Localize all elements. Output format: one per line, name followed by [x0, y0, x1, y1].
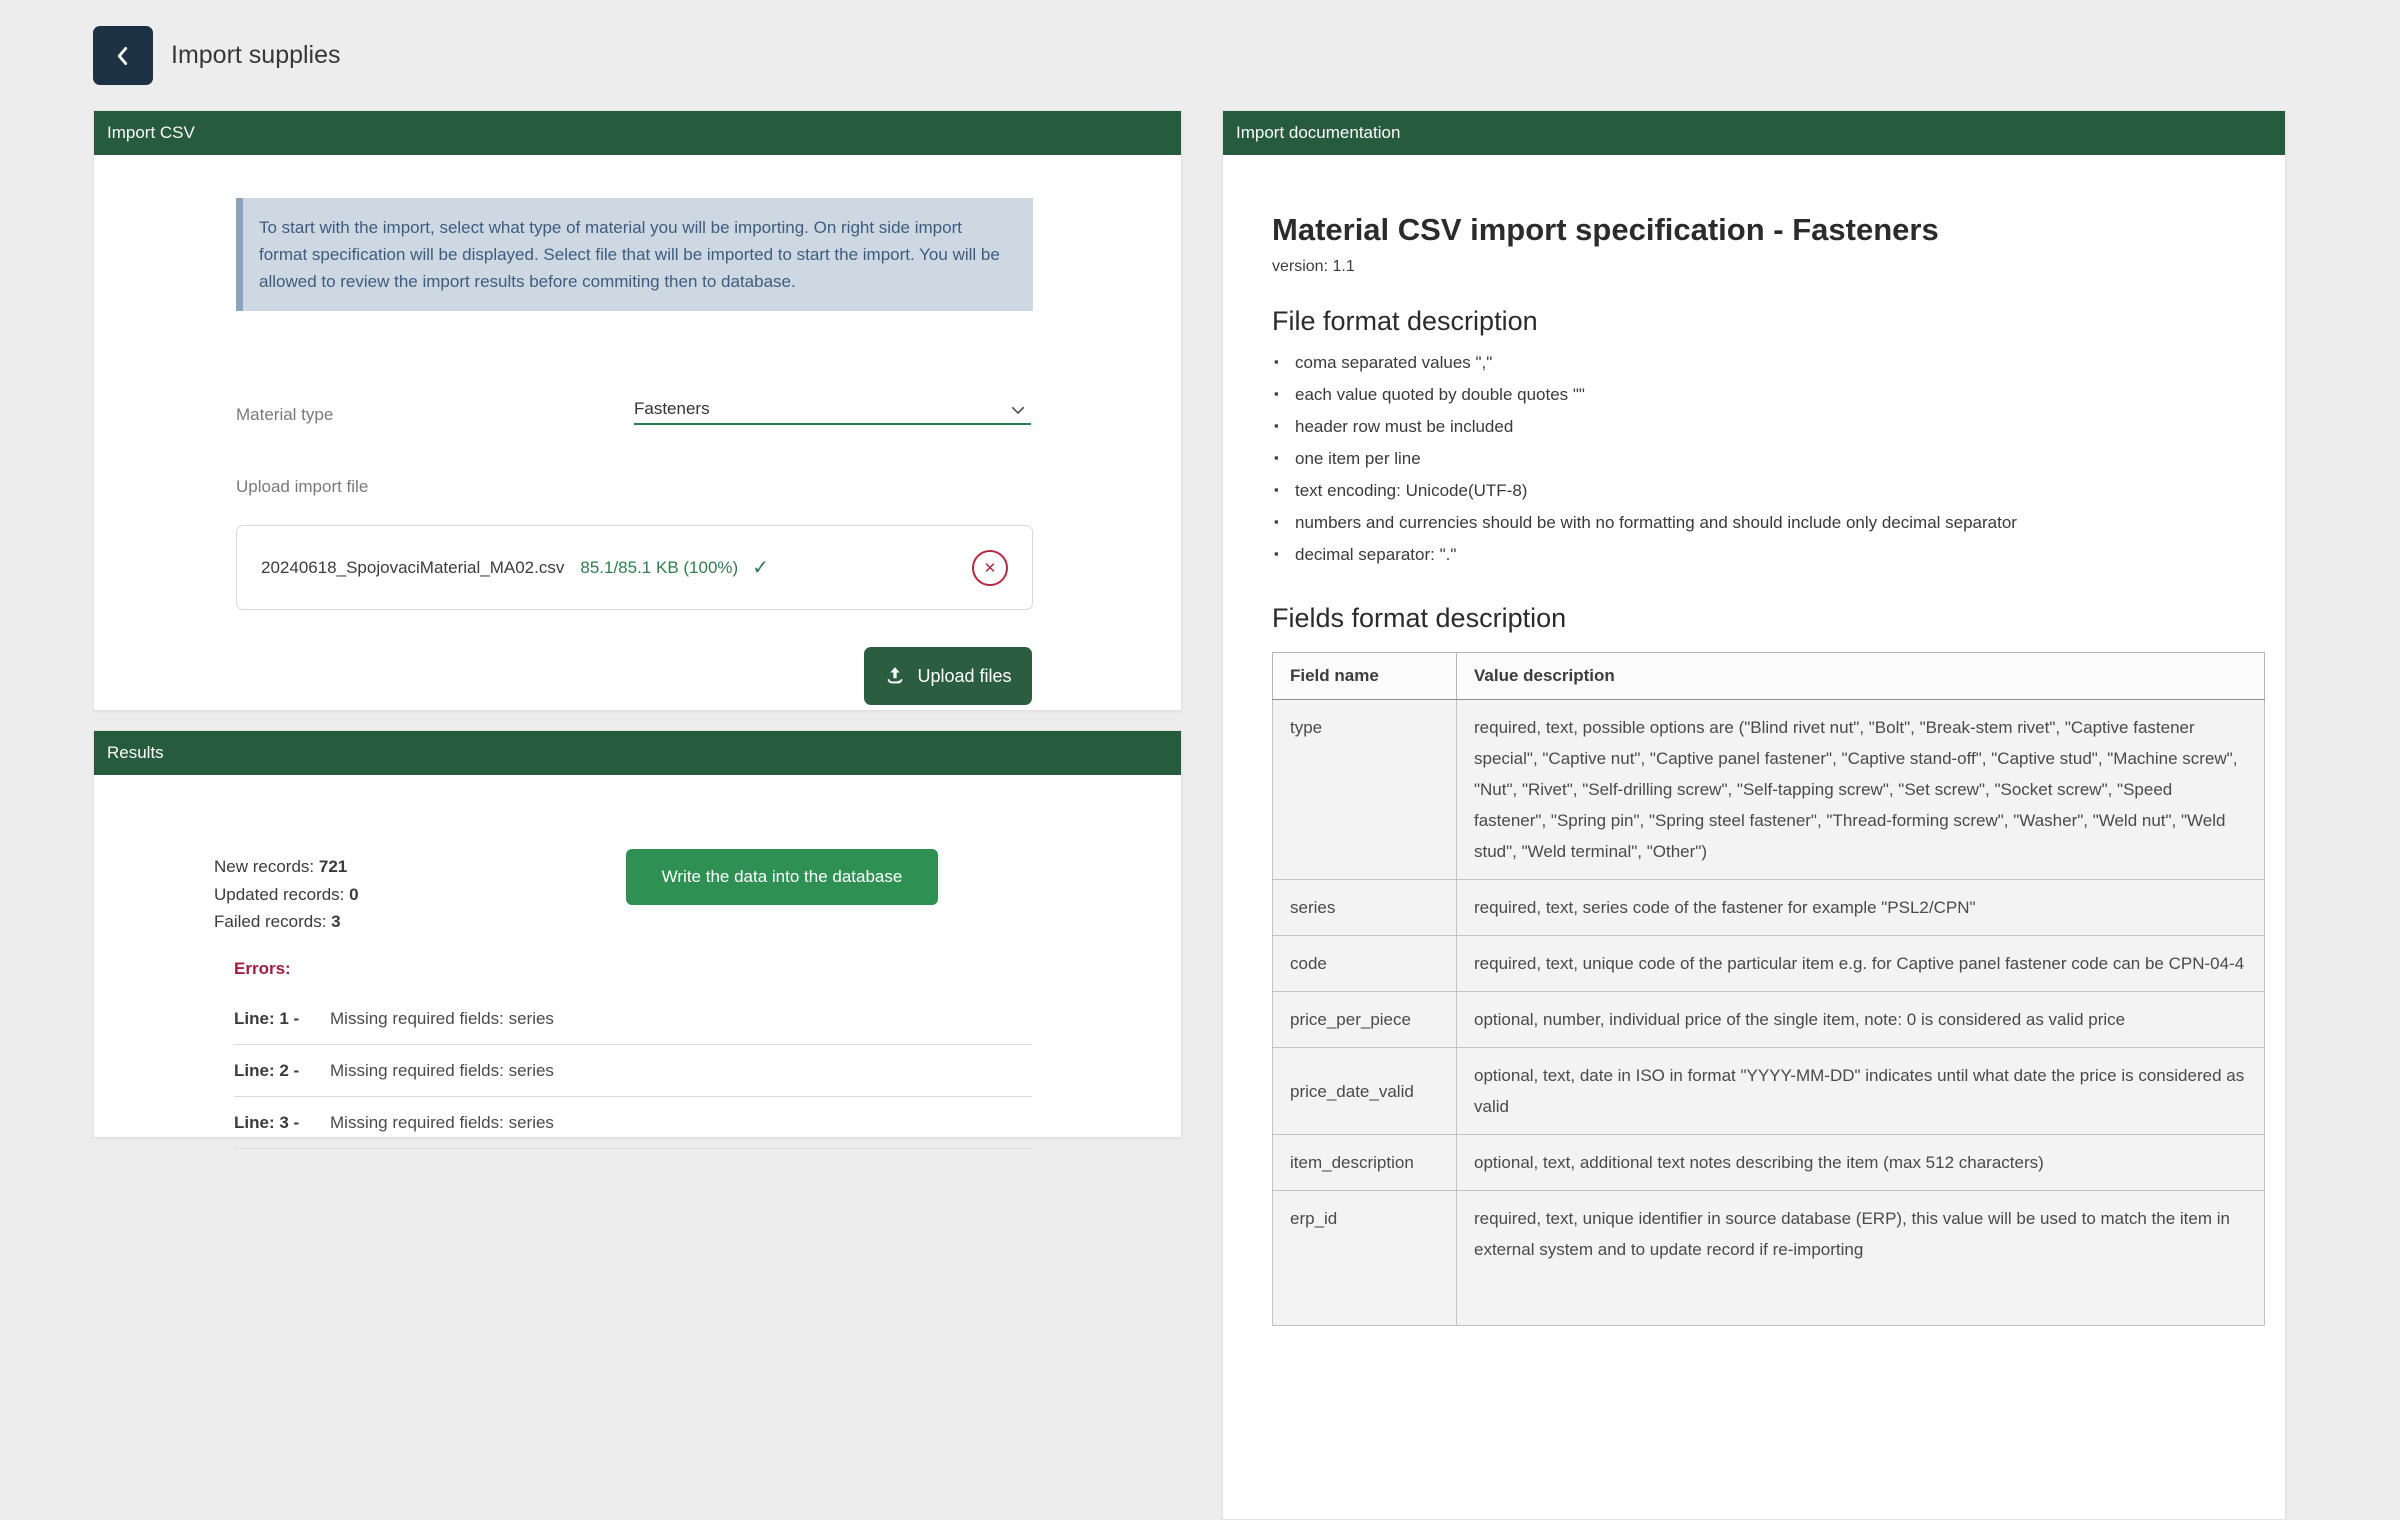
table-header-cell: Value description — [1457, 653, 2265, 700]
results-panel-header: Results — [94, 731, 1181, 775]
file-format-heading: File format description — [1272, 306, 2237, 337]
fields-table: Field nameValue description typerequired… — [1272, 652, 2265, 1326]
value-description-cell: required, text, possible options are ("B… — [1457, 700, 2265, 880]
file-format-item: text encoding: Unicode(UTF-8) — [1272, 481, 2237, 501]
value-description-cell: optional, number, individual price of th… — [1457, 992, 2265, 1048]
table-row: item_descriptionoptional, text, addition… — [1273, 1135, 2265, 1191]
value-description-cell: required, text, series code of the faste… — [1457, 880, 2265, 936]
errors-title: Errors: — [234, 959, 291, 979]
errors-list: Line: 1 -Missing required fields: series… — [234, 993, 1032, 1149]
top-bar: Import supplies — [93, 26, 341, 85]
file-format-item: numbers and currencies should be with no… — [1272, 513, 2237, 533]
fields-format-heading: Fields format description — [1272, 603, 2237, 634]
file-format-item: one item per line — [1272, 449, 2237, 469]
error-row: Line: 2 -Missing required fields: series — [234, 1045, 1032, 1097]
material-type-label: Material type — [236, 405, 333, 425]
import-documentation-header: Import documentation — [1223, 111, 2285, 155]
doc-title: Material CSV import specification - Fast… — [1272, 212, 2237, 248]
field-name-cell: price_date_valid — [1273, 1048, 1457, 1135]
stat-line: Failed records: 3 — [214, 908, 359, 936]
value-description-cell: optional, text, additional text notes de… — [1457, 1135, 2265, 1191]
doc-version: version: 1.1 — [1272, 258, 2237, 276]
import-info-note: To start with the import, select what ty… — [236, 198, 1033, 311]
table-row: typerequired, text, possible options are… — [1273, 700, 2265, 880]
field-name-cell: price_per_piece — [1273, 992, 1457, 1048]
stat-line: New records: 721 — [214, 853, 359, 881]
file-name: 20240618_SpojovaciMaterial_MA02.csv — [261, 558, 564, 578]
table-row: seriesrequired, text, series code of the… — [1273, 880, 2265, 936]
close-icon: ✕ — [984, 559, 997, 577]
results-panel: Results New records: 721Updated records:… — [93, 730, 1182, 1138]
field-name-cell: series — [1273, 880, 1457, 936]
import-csv-panel-header: Import CSV — [94, 111, 1181, 155]
error-row: Line: 3 -Missing required fields: series — [234, 1097, 1032, 1149]
file-format-item: each value quoted by double quotes "" — [1272, 385, 2237, 405]
upload-files-button[interactable]: Upload files — [864, 647, 1032, 705]
field-name-cell: type — [1273, 700, 1457, 880]
error-row: Line: 1 -Missing required fields: series — [234, 993, 1032, 1045]
field-name-cell: erp_id — [1273, 1191, 1457, 1326]
field-name-cell: item_description — [1273, 1135, 1457, 1191]
file-format-item: header row must be included — [1272, 417, 2237, 437]
file-format-list: coma separated values "," each value quot… — [1272, 353, 2237, 565]
results-stats: New records: 721Updated records: 0Failed… — [214, 853, 359, 936]
remove-file-button[interactable]: ✕ — [972, 550, 1008, 586]
chevron-left-icon — [110, 43, 136, 69]
material-type-select[interactable]: Fasteners — [634, 395, 1031, 425]
file-format-item: decimal separator: "." — [1272, 545, 2237, 565]
upload-files-label: Upload files — [917, 666, 1011, 687]
fields-table-body: typerequired, text, possible options are… — [1273, 700, 2265, 1326]
check-icon: ✓ — [752, 555, 769, 580]
table-row: price_per_pieceoptional, number, individ… — [1273, 992, 2265, 1048]
table-header-cell: Field name — [1273, 653, 1457, 700]
write-to-database-button[interactable]: Write the data into the database — [626, 849, 938, 905]
field-name-cell: code — [1273, 936, 1457, 992]
table-row: erp_idrequired, text, unique identifier … — [1273, 1191, 2265, 1326]
fields-table-head-row: Field nameValue description — [1273, 653, 2265, 700]
import-csv-panel: Import CSV To start with the import, sel… — [93, 110, 1182, 711]
table-row: coderequired, text, unique code of the p… — [1273, 936, 2265, 992]
value-description-cell: required, text, unique code of the parti… — [1457, 936, 2265, 992]
upload-import-file-label: Upload import file — [236, 477, 368, 497]
stat-line: Updated records: 0 — [214, 881, 359, 909]
uploaded-file-row: 20240618_SpojovaciMaterial_MA02.csv 85.1… — [236, 525, 1033, 610]
value-description-cell: optional, text, date in ISO in format "Y… — [1457, 1048, 2265, 1135]
import-documentation-panel: Import documentation Material CSV import… — [1222, 110, 2286, 1520]
table-row: price_date_validoptional, text, date in … — [1273, 1048, 2265, 1135]
upload-icon — [884, 665, 906, 687]
value-description-cell: required, text, unique identifier in sou… — [1457, 1191, 2265, 1326]
back-button[interactable] — [93, 26, 153, 85]
file-format-item: coma separated values "," — [1272, 353, 2237, 373]
material-type-value: Fasteners — [634, 399, 710, 419]
file-progress: 85.1/85.1 KB (100%) — [580, 558, 738, 578]
chevron-down-icon — [1009, 401, 1027, 419]
page-title: Import supplies — [171, 41, 341, 70]
